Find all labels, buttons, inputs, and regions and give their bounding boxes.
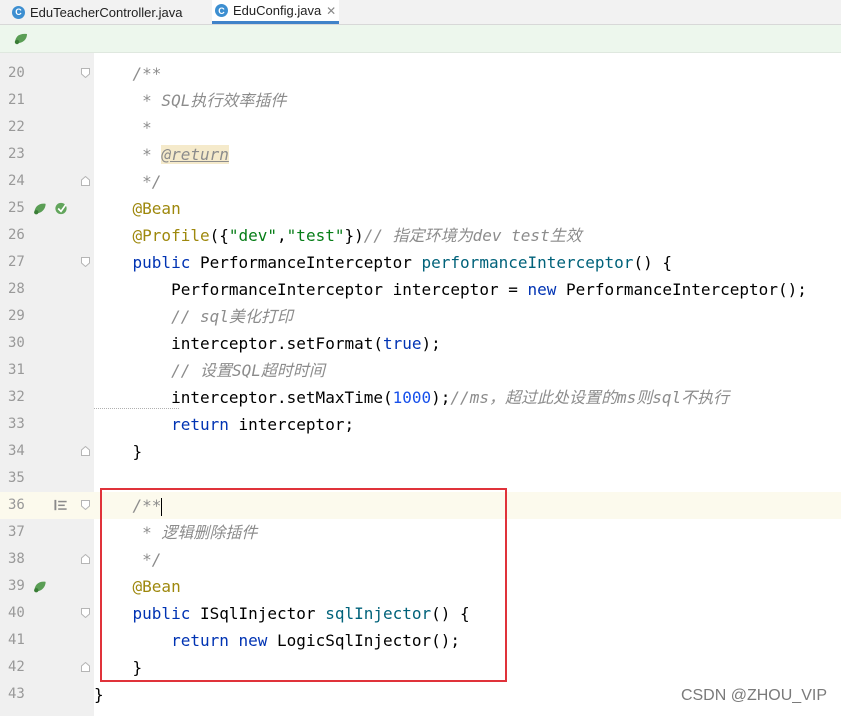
code-text[interactable]: * SQL执行效率插件 bbox=[94, 87, 286, 114]
line-number[interactable]: 38 bbox=[8, 546, 38, 573]
code-line[interactable]: 33 return interceptor; bbox=[0, 411, 841, 438]
line-number[interactable]: 36 bbox=[8, 492, 38, 519]
highlight-box bbox=[100, 488, 507, 682]
code-line[interactable]: 25 @Bean bbox=[0, 195, 841, 222]
code-text[interactable]: // 设置SQL超时时间 bbox=[94, 357, 325, 384]
line-number[interactable]: 41 bbox=[8, 627, 38, 654]
line-number[interactable]: 40 bbox=[8, 600, 38, 627]
code-text[interactable]: * @return bbox=[94, 141, 229, 168]
code-line[interactable]: 29 // sql美化打印 bbox=[0, 303, 841, 330]
code-line[interactable]: 26 @Profile({"dev","test"})// 指定环境为dev t… bbox=[0, 222, 841, 249]
line-number[interactable]: 43 bbox=[8, 681, 38, 708]
line-number[interactable]: 35 bbox=[8, 465, 38, 492]
code-line[interactable]: 23 * @return bbox=[0, 141, 841, 168]
code-text[interactable]: // sql美化打印 bbox=[94, 303, 293, 330]
watermark: CSDN @ZHOU_VIP bbox=[680, 687, 827, 704]
fold-marker-icon[interactable] bbox=[81, 446, 90, 456]
code-text[interactable]: public PerformanceInterceptor performanc… bbox=[94, 249, 672, 276]
fold-marker-icon[interactable] bbox=[81, 662, 90, 672]
line-number[interactable]: 37 bbox=[8, 519, 38, 546]
spring-bean-icon[interactable] bbox=[13, 31, 30, 46]
tab-label: EduTeacherController.java bbox=[30, 4, 183, 20]
fold-marker-icon[interactable] bbox=[81, 500, 90, 510]
doc-comment-icon[interactable] bbox=[53, 498, 69, 513]
code-line[interactable]: 21 * SQL执行效率插件 bbox=[0, 87, 841, 114]
code-text[interactable]: @Profile({"dev","test"})// 指定环境为dev test… bbox=[94, 222, 582, 249]
close-icon[interactable]: ✕ bbox=[326, 4, 336, 18]
code-text[interactable]: PerformanceInterceptor interceptor = new… bbox=[94, 276, 807, 303]
code-line[interactable]: 27 public PerformanceInterceptor perform… bbox=[0, 249, 841, 276]
code-text[interactable]: /** bbox=[94, 60, 162, 87]
code-text[interactable]: return interceptor; bbox=[94, 411, 354, 438]
editor-tab-bar: C EduTeacherController.java C EduConfig.… bbox=[0, 0, 841, 25]
line-number[interactable]: 34 bbox=[8, 438, 38, 465]
line-number[interactable]: 30 bbox=[8, 330, 38, 357]
line-number[interactable]: 27 bbox=[8, 249, 38, 276]
line-number[interactable]: 22 bbox=[8, 114, 38, 141]
tab-label: EduConfig.java bbox=[233, 3, 322, 18]
line-number[interactable]: 33 bbox=[8, 411, 38, 438]
line-number[interactable]: 24 bbox=[8, 168, 38, 195]
line-number[interactable]: 29 bbox=[8, 303, 38, 330]
fold-marker-icon[interactable] bbox=[81, 554, 90, 564]
line-number[interactable]: 21 bbox=[8, 87, 38, 114]
bean-icon[interactable] bbox=[32, 579, 48, 594]
fold-marker-icon[interactable] bbox=[81, 176, 90, 186]
code-line[interactable]: 31 // 设置SQL超时时间 bbox=[0, 357, 841, 384]
code-text[interactable]: */ bbox=[94, 168, 161, 195]
code-text[interactable]: * bbox=[94, 114, 152, 141]
bean-icon[interactable] bbox=[32, 201, 48, 216]
fold-marker-icon[interactable] bbox=[81, 608, 90, 618]
line-number[interactable]: 31 bbox=[8, 357, 38, 384]
line-number[interactable]: 20 bbox=[8, 60, 38, 87]
code-line[interactable]: 34 } bbox=[0, 438, 841, 465]
fold-marker-icon[interactable] bbox=[81, 68, 90, 78]
java-class-icon: C bbox=[215, 4, 228, 17]
code-text[interactable]: interceptor.setFormat(true); bbox=[94, 330, 441, 357]
implement-override-icon[interactable] bbox=[53, 201, 69, 216]
line-number[interactable]: 23 bbox=[8, 141, 38, 168]
line-number[interactable]: 26 bbox=[8, 222, 38, 249]
line-number[interactable]: 42 bbox=[8, 654, 38, 681]
tab-edu-config[interactable]: C EduConfig.java ✕ bbox=[212, 0, 340, 24]
java-class-icon: C bbox=[12, 5, 25, 19]
code-line[interactable]: 20 /** bbox=[0, 60, 841, 87]
code-line[interactable]: 30 interceptor.setFormat(true); bbox=[0, 330, 841, 357]
inspection-underline bbox=[94, 404, 179, 409]
editor-toolbar bbox=[0, 25, 841, 53]
fold-marker-icon[interactable] bbox=[81, 257, 90, 267]
code-text[interactable]: } bbox=[94, 681, 104, 708]
code-text[interactable]: } bbox=[94, 438, 143, 465]
code-line[interactable]: 22 * bbox=[0, 114, 841, 141]
code-text[interactable]: interceptor.setMaxTime(1000);//ms，超过此处设置… bbox=[94, 384, 729, 411]
tab-edu-teacher-controller[interactable]: C EduTeacherController.java bbox=[12, 0, 182, 24]
code-line[interactable]: 24 */ bbox=[0, 168, 841, 195]
line-number[interactable]: 28 bbox=[8, 276, 38, 303]
code-line[interactable]: 28 PerformanceInterceptor interceptor = … bbox=[0, 276, 841, 303]
code-text[interactable]: @Bean bbox=[94, 195, 181, 222]
line-number[interactable]: 32 bbox=[8, 384, 38, 411]
